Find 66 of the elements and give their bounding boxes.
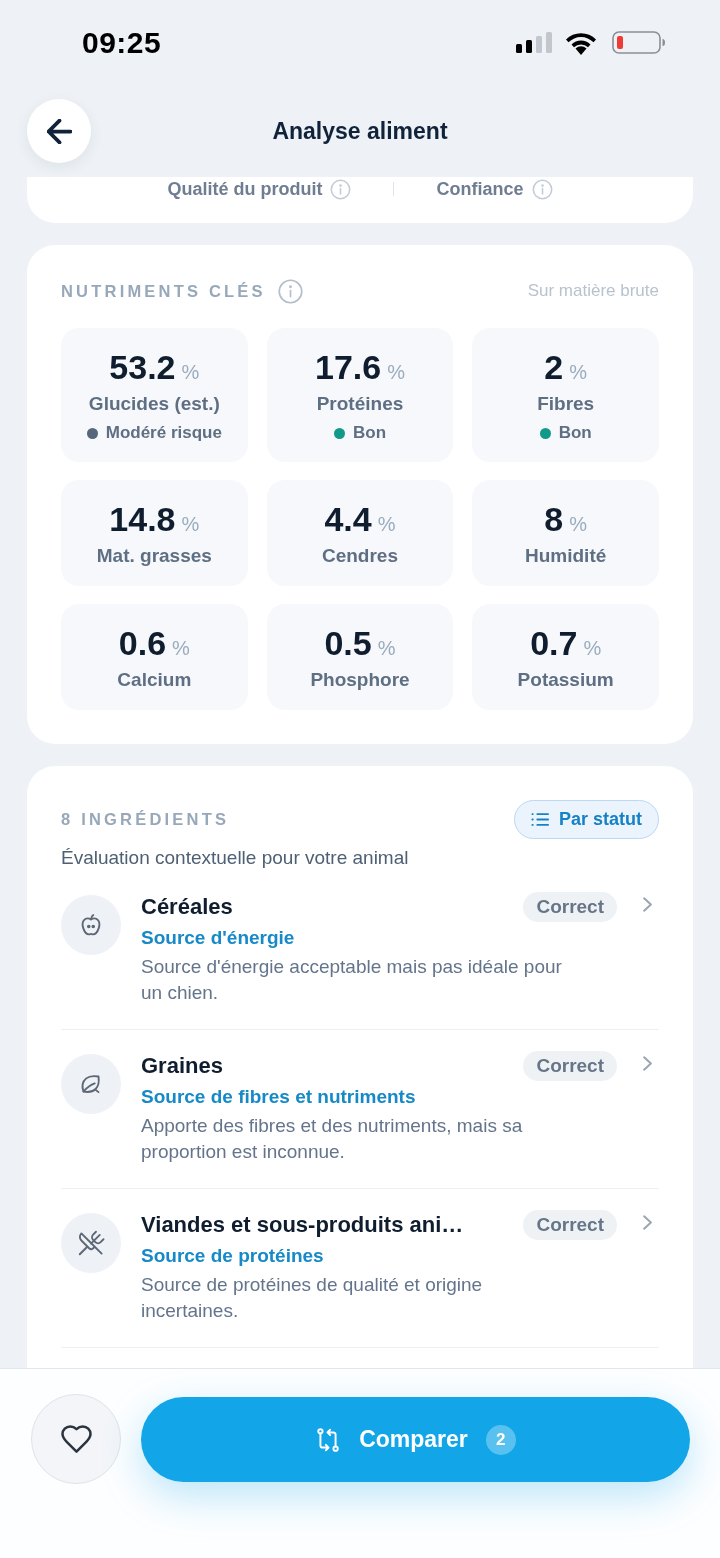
section-subtitle: Évaluation contextuelle pour votre animal (61, 846, 410, 870)
sort-button[interactable]: Par statut (513, 800, 659, 839)
page-title: Analyse aliment (271, 117, 449, 145)
signal-icon (516, 32, 552, 53)
chevron-right-icon[interactable] (643, 896, 652, 912)
nutrient-label: Protéines (316, 392, 404, 416)
nutrient-value: 4.4 (324, 500, 372, 538)
info-icon[interactable] (531, 178, 553, 200)
nutrient-value: 0.7 (530, 624, 578, 662)
swap-arrows-icon (315, 1425, 342, 1454)
count-badge: 2 (485, 1424, 516, 1455)
nutrient-label: Phosphore (310, 668, 410, 692)
nutrient-label: Fibres (537, 392, 595, 416)
status-badge: Correct (523, 1051, 617, 1081)
nutrient-unit: % (583, 636, 602, 661)
ingredient-name: Céréales (141, 894, 234, 920)
nutrient-unit: % (172, 636, 190, 661)
heart-icon (60, 1425, 92, 1453)
nutrient-value: 14.8 (109, 500, 176, 538)
status-time: 09:25 (82, 25, 162, 60)
ingredient-name: Graines (141, 1053, 224, 1079)
back-arrow-icon (46, 118, 72, 144)
ingredient-description: Source de protéines de qualité et origine incertaines. (141, 1273, 484, 1323)
status-label: Bon (352, 423, 386, 443)
compare-button[interactable]: Comparer 2 (141, 1397, 690, 1482)
info-icon[interactable] (330, 178, 352, 200)
nutrient-label: Cendres (321, 544, 398, 568)
nutrient-label: Mat. grasses (96, 544, 212, 568)
ingredient-role: Source de protéines (141, 1244, 325, 1268)
nutrient-label: Humidité (525, 544, 607, 568)
wifi-icon (564, 30, 598, 55)
nutrient-unit: % (377, 512, 396, 537)
status-badge: Correct (523, 1210, 617, 1240)
metric-label: Qualité du produit (167, 178, 323, 200)
nutrient-unit: % (569, 360, 587, 385)
nutrient-label: Glucides (est.) (88, 392, 220, 416)
info-icon[interactable] (277, 278, 303, 304)
nutrient-value: 17.6 (315, 348, 382, 386)
section-title: 8 INGRÉDIENTS (61, 810, 230, 829)
nutrient-label: Potassium (517, 668, 614, 692)
status-label: Modéré risque (105, 423, 222, 443)
ingredient-description: Source d'énergie acceptable mais pas idéale pour un chien. (141, 955, 563, 1005)
chevron-right-icon[interactable] (643, 1214, 652, 1230)
basis-label: Sur matière brute (527, 281, 659, 301)
ingredient-role: Source d'énergie (141, 926, 296, 950)
metric-label: Confiance (436, 178, 524, 200)
status-label: Bon (558, 423, 592, 443)
ingredient-name: Viandes et sous-produits ani… (141, 1212, 465, 1238)
nutrient-value: 8 (544, 500, 564, 538)
nutrient-label: Calcium (117, 668, 192, 692)
nutrient-unit: % (387, 360, 405, 385)
ingredient-role: Source de fibres et nutriments (141, 1085, 417, 1109)
list-icon (530, 813, 549, 826)
nutrient-unit: % (181, 512, 200, 537)
nutrient-value: 0.6 (118, 624, 167, 662)
nutrient-value: 53.2 (109, 348, 176, 386)
nutrient-unit: % (181, 360, 200, 385)
nutrient-value: 0.5 (324, 624, 372, 662)
chevron-right-icon[interactable] (643, 1055, 652, 1071)
section-title: NUTRIMENTS CLÉS (61, 281, 266, 301)
ingredient-description: Apporte des fibres et des nutriments, mais sa proportion est inconnue. (141, 1114, 524, 1164)
nutrient-value: 2 (544, 348, 564, 386)
battery-icon (612, 31, 665, 54)
nutrient-unit: % (377, 636, 396, 661)
nutrient-unit: % (569, 512, 587, 537)
status-badge: Correct (523, 892, 617, 922)
